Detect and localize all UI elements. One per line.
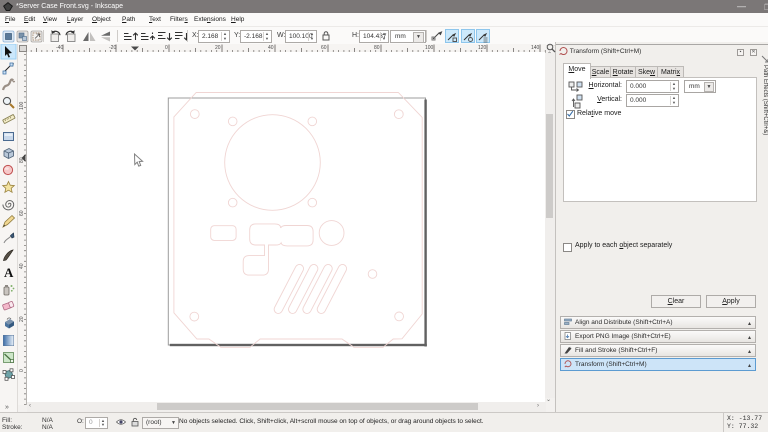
svg-text:0: 0 — [19, 369, 25, 372]
svg-text:-40: -40 — [56, 45, 63, 51]
svg-text:A: A — [4, 265, 14, 280]
svg-text:20: 20 — [19, 316, 25, 322]
svg-text:40: 40 — [19, 263, 25, 269]
svg-text:-20: -20 — [109, 45, 116, 51]
svg-text:40: 40 — [268, 45, 274, 51]
svg-text:0: 0 — [165, 45, 168, 51]
svg-text:140: 140 — [531, 45, 540, 51]
svg-text:100: 100 — [19, 101, 25, 110]
svg-text:60: 60 — [19, 210, 25, 216]
svg-text:80: 80 — [374, 45, 380, 51]
svg-text:100: 100 — [425, 45, 434, 51]
svg-text:20: 20 — [215, 45, 221, 51]
svg-text:60: 60 — [321, 45, 327, 51]
svg-text:120: 120 — [478, 45, 487, 51]
